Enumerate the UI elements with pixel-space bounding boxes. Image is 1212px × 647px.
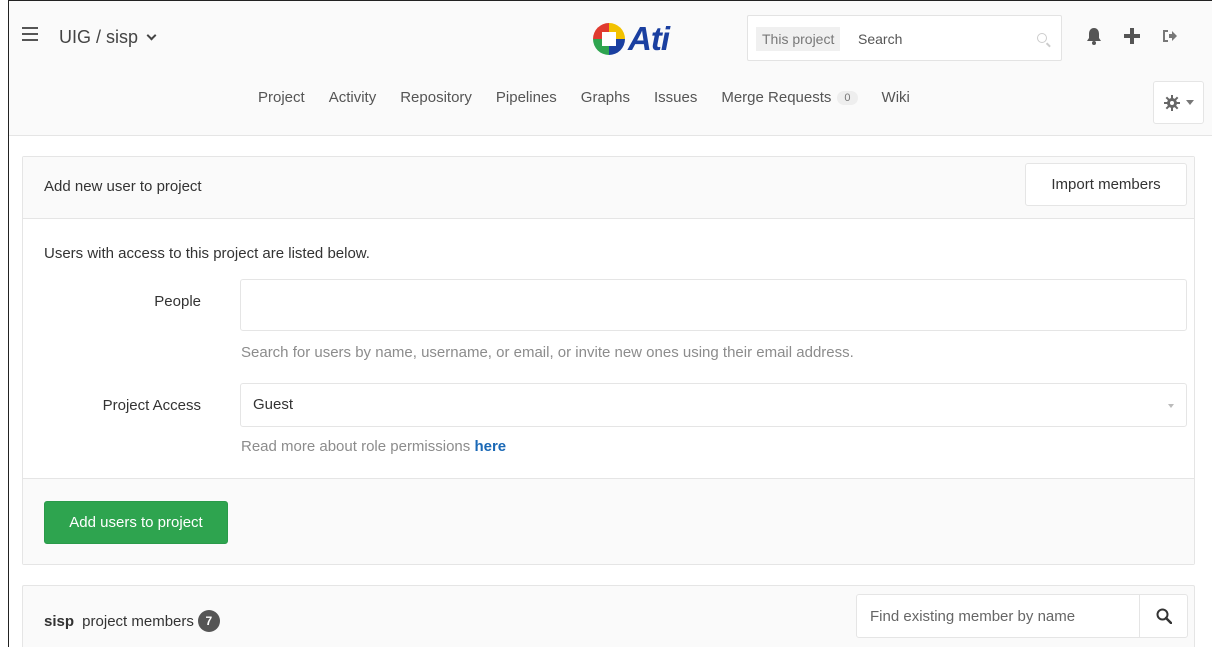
project-members-header: sisp project members 7 Find existing mem…: [22, 585, 1195, 647]
project-nav: Project Activity Repository Pipelines Gr…: [246, 89, 922, 106]
tab-wiki[interactable]: Wiki: [870, 89, 922, 106]
top-header: UIG / sisp Ati This project Search Proje…: [9, 1, 1212, 136]
search-input[interactable]: This project Search: [747, 15, 1062, 61]
tab-label: Project: [258, 89, 305, 106]
people-input[interactable]: [240, 279, 1187, 331]
tab-merge-requests[interactable]: Merge Requests 0: [709, 89, 869, 106]
find-member-input[interactable]: Find existing member by name: [856, 594, 1140, 638]
tab-project[interactable]: Project: [246, 89, 317, 106]
project-path[interactable]: UIG / sisp: [59, 27, 138, 48]
tab-issues[interactable]: Issues: [642, 89, 709, 106]
panel-title: Add new user to project: [44, 178, 202, 195]
search-placeholder: Search: [858, 31, 903, 47]
access-intro-text: Users with access to this project are li…: [44, 245, 370, 262]
members-count-badge: 7: [197, 610, 220, 632]
panel-footer: Add users to project: [23, 478, 1194, 564]
add-users-button[interactable]: Add users to project: [44, 501, 228, 544]
search-scope-chip[interactable]: This project: [756, 27, 841, 51]
project-access-value: Guest: [253, 396, 294, 413]
chevron-down-icon: [1185, 100, 1194, 105]
add-user-panel: Add new user to project Import members U…: [22, 156, 1195, 565]
bell-icon[interactable]: [1085, 27, 1103, 45]
members-title: sisp project members 7: [44, 610, 220, 632]
role-permissions-help: Read more about role permissions here: [241, 438, 506, 455]
search-icon: [1156, 608, 1172, 624]
tab-repository[interactable]: Repository: [388, 89, 484, 106]
people-label: People: [154, 293, 201, 310]
tab-label: Graphs: [580, 89, 630, 106]
tab-label: Activity: [328, 89, 377, 106]
find-member-placeholder: Find existing member by name: [870, 608, 1076, 625]
logo[interactable]: Ati: [592, 19, 670, 59]
panel-header: Add new user to project Import members: [23, 157, 1194, 219]
chevron-down-icon: [1168, 404, 1174, 408]
role-help-prefix: Read more about role permissions: [241, 438, 475, 455]
sign-out-icon[interactable]: [1161, 27, 1179, 45]
tab-label: Merge Requests: [721, 89, 832, 106]
gear-icon: [1163, 94, 1180, 111]
chevron-down-icon[interactable]: [146, 30, 157, 41]
tab-activity[interactable]: Activity: [317, 89, 389, 106]
logo-text: Ati: [628, 20, 670, 57]
tab-label: Issues: [653, 89, 698, 106]
tab-label: Pipelines: [495, 89, 557, 106]
plus-icon[interactable]: [1123, 27, 1141, 45]
tab-label: Wiki: [881, 89, 910, 106]
search-icon: [1037, 33, 1047, 43]
project-access-select[interactable]: Guest: [240, 383, 1187, 427]
people-help-text: Search for users by name, username, or e…: [241, 344, 854, 361]
tab-label: Repository: [400, 89, 472, 106]
project-breadcrumb[interactable]: UIG / sisp: [59, 27, 157, 48]
hamburger-menu-icon[interactable]: [22, 27, 38, 41]
members-title-suffix: project members: [78, 612, 194, 630]
settings-dropdown-button[interactable]: [1153, 81, 1204, 124]
merge-requests-count-badge: 0: [837, 90, 858, 105]
import-members-button[interactable]: Import members: [1025, 163, 1187, 206]
logo-mark-icon: [593, 23, 625, 55]
tab-pipelines[interactable]: Pipelines: [484, 89, 569, 106]
project-access-label: Project Access: [102, 397, 201, 414]
tab-graphs[interactable]: Graphs: [569, 89, 642, 106]
find-member-search-button[interactable]: [1139, 594, 1188, 638]
header-actions: [1085, 27, 1179, 45]
project-name: sisp: [44, 612, 75, 630]
role-permissions-link[interactable]: here: [474, 438, 506, 455]
